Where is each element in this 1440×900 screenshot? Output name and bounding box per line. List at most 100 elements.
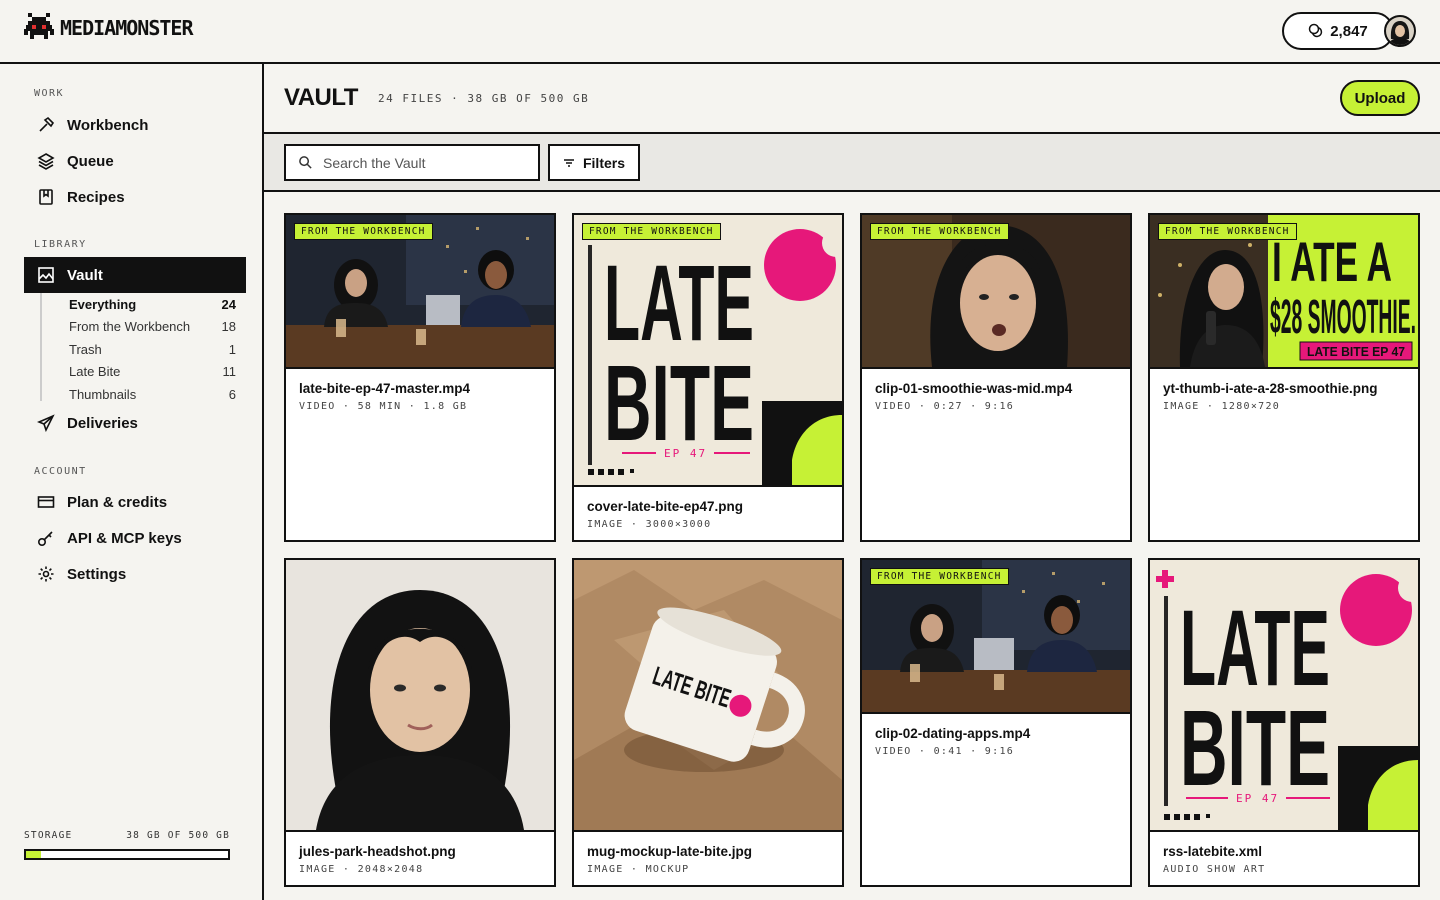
filter-bar: Search the Vault Filters [264, 134, 1440, 192]
monster-icon [24, 13, 54, 39]
credits-value: 2,847 [1330, 22, 1368, 40]
vault-sub-trash[interactable]: Trash 1 [69, 338, 236, 360]
storage-title: STORAGE [24, 830, 73, 841]
workbench-badge: FROM THE WORKBENCH [1158, 223, 1297, 240]
file-card[interactable]: FROM THE WORKBENCH clip-01-smoothie-was-… [860, 213, 1132, 542]
file-thumbnail: FROM THE WORKBENCH [862, 560, 1130, 714]
file-thumbnail: LATE BITE [574, 560, 842, 832]
submenu-rail [40, 293, 42, 401]
vault-sub-label: Thumbnails [69, 386, 137, 402]
sidebar-item-workbench[interactable]: Workbench [24, 107, 246, 143]
file-meta: IMAGE · 2048×2048 [299, 864, 424, 875]
vault-sub-count: 24 [221, 296, 236, 312]
vault-sub-count: 11 [222, 363, 237, 379]
file-meta: VIDEO · 0:27 · 9:16 [875, 401, 1015, 412]
storage-label: STORAGE 38 GB OF 500 GB [24, 830, 230, 841]
file-thumbnail: FROM THE WORKBENCH [862, 215, 1130, 369]
sidebar-item-label: Workbench [67, 116, 149, 134]
top-bar: MEDIAMONSTER 2,847 [0, 0, 1440, 64]
vault-sub-count: 6 [228, 386, 236, 402]
sidebar-item-deliveries[interactable]: Deliveries [24, 405, 246, 441]
sidebar-item-plan-credits[interactable]: Plan & credits [24, 484, 246, 520]
filters-label: Filters [582, 154, 625, 171]
file-card[interactable]: jules-park-headshot.png IMAGE · 2048×204… [284, 558, 556, 887]
search-placeholder: Search the Vault [323, 154, 426, 171]
file-thumbnail [286, 560, 554, 832]
sidebar-item-recipes[interactable]: Recipes [24, 179, 246, 215]
sidebar: WORK Workbench Queue Recipes LIBRARY Vau… [0, 64, 264, 900]
file-thumbnail: LATE BITE EP 47 [1150, 560, 1418, 832]
storage-bar [24, 849, 230, 860]
workbench-badge: FROM THE WORKBENCH [870, 223, 1009, 240]
image-icon [38, 267, 54, 283]
sidebar-item-api-keys[interactable]: API & MCP keys [24, 520, 246, 556]
vault-sub-thumbnails[interactable]: Thumbnails 6 [69, 383, 236, 405]
gear-icon [38, 566, 54, 582]
vault-sub-label: From the Workbench [69, 318, 191, 334]
vault-sub-label: Everything [69, 296, 137, 312]
storage-fill [26, 851, 42, 858]
sidebar-item-label: Queue [67, 152, 114, 170]
vault-sub-from-workbench[interactable]: From the Workbench 18 [69, 315, 236, 337]
file-name: clip-01-smoothie-was-mid.mp4 [875, 381, 1073, 396]
file-card[interactable]: LATE BITE EP 47 rss-latebite.xml AUDIO S… [1148, 558, 1420, 887]
sidebar-item-queue[interactable]: Queue [24, 143, 246, 179]
file-name: yt-thumb-i-ate-a-28-smoothie.png [1163, 381, 1378, 396]
vault-sub-count: 1 [228, 341, 236, 357]
sidebar-item-label: Recipes [67, 188, 125, 206]
hammer-icon [39, 116, 55, 132]
book-icon [39, 189, 53, 205]
filter-icon [563, 158, 574, 167]
cover-episode: EP 47 [664, 447, 707, 460]
vault-header: VAULT 24 FILES · 38 GB OF 500 GB Upload [264, 64, 1440, 134]
layers-icon [37, 153, 55, 170]
sidebar-item-label: Settings [67, 565, 127, 583]
credits-counter[interactable]: 2,847 [1282, 12, 1394, 50]
file-meta: IMAGE · 1280×720 [1163, 401, 1281, 412]
file-meta: VIDEO · 58 MIN · 1.8 GB [299, 401, 468, 412]
send-icon [37, 414, 55, 432]
file-card[interactable]: LATE BITE mug-mockup-late-bite.jpg IMAGE… [572, 558, 844, 887]
sidebar-item-vault[interactable]: Vault [24, 257, 246, 293]
file-name: mug-mockup-late-bite.jpg [587, 844, 752, 859]
file-meta: AUDIO SHOW ART [1163, 864, 1266, 875]
sidebar-item-label: Deliveries [67, 414, 138, 432]
sidebar-item-settings[interactable]: Settings [24, 556, 246, 592]
section-label-work: WORK [34, 88, 65, 99]
file-thumbnail: FROM THE WORKBENCH [286, 215, 554, 369]
cover-title-line-2: BITE [1180, 687, 1330, 808]
file-name: late-bite-ep-47-master.mp4 [299, 381, 471, 396]
filters-button[interactable]: Filters [548, 144, 640, 181]
app-logo[interactable]: MEDIAMONSTER [24, 13, 193, 43]
thumb-tag: LATE BITE EP 47 [1307, 344, 1405, 359]
search-icon [299, 156, 312, 169]
file-card[interactable]: I ATE A $28 SMOOTHIE. LATE BITE EP 47 FR… [1148, 213, 1420, 542]
file-name: cover-late-bite-ep47.png [587, 499, 744, 514]
cover-episode: EP 47 [1236, 792, 1279, 805]
card-icon [37, 496, 55, 508]
vault-sub-label: Trash [69, 341, 102, 357]
file-card[interactable]: FROM THE WORKBENCH clip-02-dating-apps.m… [860, 558, 1132, 887]
search-input[interactable]: Search the Vault [284, 144, 540, 181]
file-card[interactable]: LATE BITE EP 47 FROM THE WORKBENCH cover… [572, 213, 844, 542]
user-avatar[interactable] [1384, 15, 1416, 47]
sidebar-item-label: Plan & credits [67, 493, 168, 511]
thumb-title-line-2: $28 SMOOTHIE. [1270, 291, 1416, 344]
coins-icon [1308, 23, 1323, 38]
workbench-badge: FROM THE WORKBENCH [870, 568, 1009, 585]
vault-sub-label: Late Bite [69, 363, 121, 379]
vault-sub-count: 18 [221, 318, 236, 334]
upload-button[interactable]: Upload [1340, 80, 1420, 116]
storage-value: 38 GB OF 500 GB [126, 830, 230, 841]
file-card[interactable]: FROM THE WORKBENCH late-bite-ep-47-maste… [284, 213, 556, 542]
sidebar-item-label: Vault [67, 266, 103, 284]
file-name: clip-02-dating-apps.mp4 [875, 726, 1031, 741]
vault-sub-late-bite[interactable]: Late Bite 11 [69, 360, 236, 382]
workbench-badge: FROM THE WORKBENCH [582, 223, 721, 240]
vault-sub-everything[interactable]: Everything 24 [69, 293, 236, 315]
file-meta: IMAGE · 3000×3000 [587, 519, 712, 530]
file-name: rss-latebite.xml [1163, 844, 1263, 859]
file-thumbnail: LATE BITE EP 47 FROM THE WORKBENCH [574, 215, 842, 487]
cover-title-line-2: BITE [604, 342, 754, 463]
vault-meta: 24 FILES · 38 GB OF 500 GB [378, 92, 590, 105]
